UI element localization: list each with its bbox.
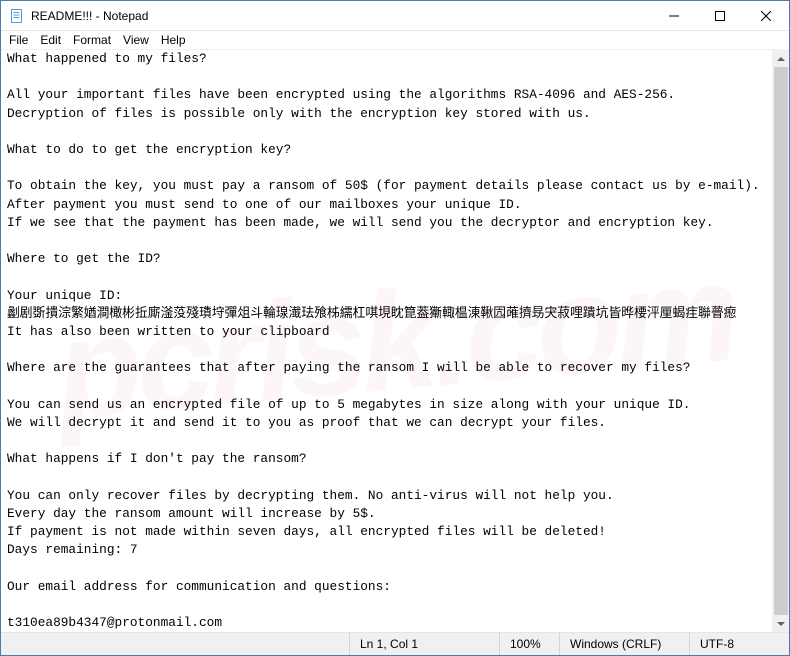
menu-format[interactable]: Format <box>67 32 117 48</box>
menu-edit[interactable]: Edit <box>34 32 67 48</box>
text-editor[interactable]: What happened to my files? All your impo… <box>1 50 789 632</box>
scroll-track[interactable] <box>773 67 789 615</box>
menu-help[interactable]: Help <box>155 32 192 48</box>
title-bar: README!!! - Notepad <box>1 1 789 31</box>
scroll-down-button[interactable] <box>773 615 789 632</box>
vertical-scrollbar[interactable] <box>772 50 789 632</box>
scroll-thumb[interactable] <box>774 67 788 615</box>
menu-view[interactable]: View <box>117 32 155 48</box>
maximize-button[interactable] <box>697 1 743 31</box>
editor-area: What happened to my files? All your impo… <box>1 50 789 632</box>
status-line-ending: Windows (CRLF) <box>559 633 689 655</box>
minimize-button[interactable] <box>651 1 697 31</box>
menu-bar: File Edit Format View Help <box>1 31 789 50</box>
notepad-window: README!!! - Notepad File Edit Format Vie… <box>0 0 790 656</box>
close-button[interactable] <box>743 1 789 31</box>
status-bar: Ln 1, Col 1 100% Windows (CRLF) UTF-8 <box>1 632 789 655</box>
window-title: README!!! - Notepad <box>31 9 148 23</box>
notepad-icon <box>9 8 25 24</box>
status-encoding: UTF-8 <box>689 633 789 655</box>
status-zoom: 100% <box>499 633 559 655</box>
status-position: Ln 1, Col 1 <box>349 633 499 655</box>
scroll-up-button[interactable] <box>773 50 789 67</box>
menu-file[interactable]: File <box>3 32 34 48</box>
